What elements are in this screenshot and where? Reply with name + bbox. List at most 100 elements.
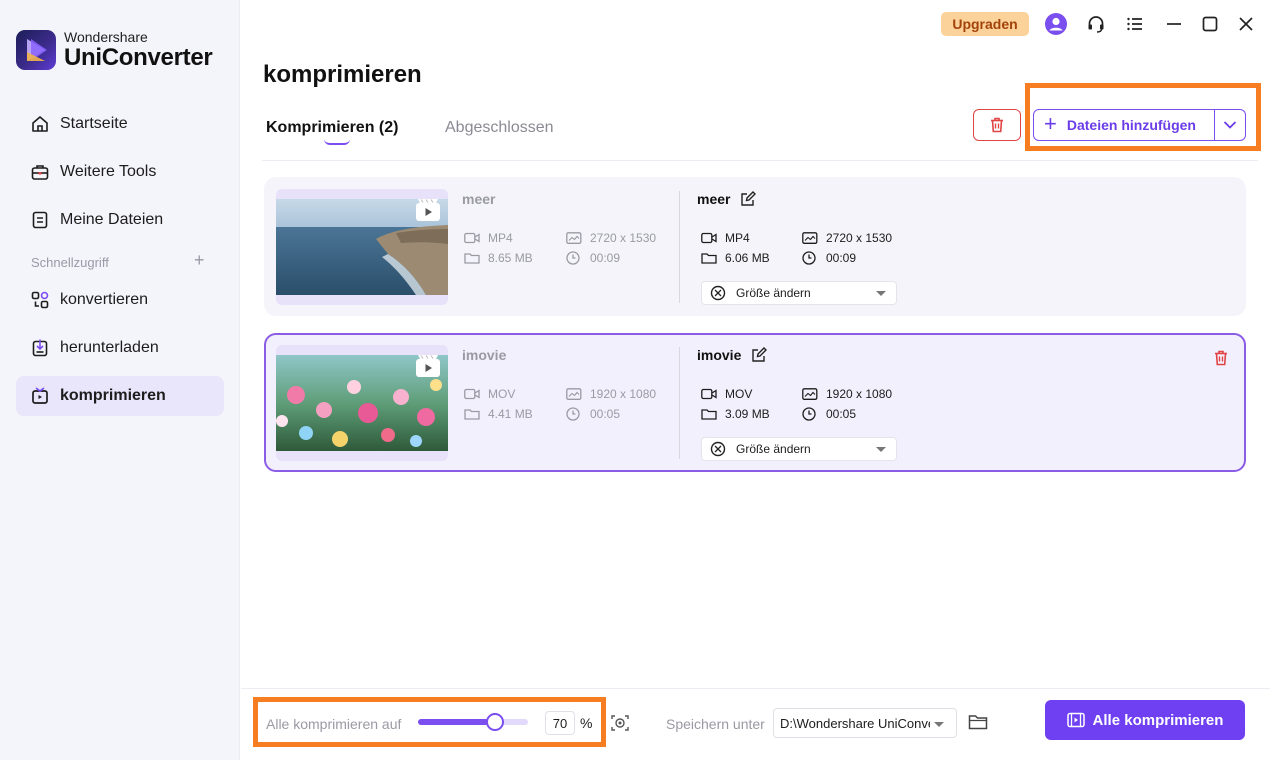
tab-divider <box>262 160 1258 161</box>
output-file-name: meer <box>697 191 757 207</box>
output-duration: 00:05 <box>802 407 856 421</box>
source-resolution: 1920 x 1080 <box>566 387 656 401</box>
brand-name: UniConverter <box>64 44 213 71</box>
sidebar-item-label: Startseite <box>60 115 128 132</box>
source-format: MOV <box>464 387 515 401</box>
card-divider <box>679 347 680 459</box>
play-video-icon <box>416 355 440 377</box>
dropdown-caret-icon <box>876 291 886 296</box>
compress-settings-icon <box>710 441 726 457</box>
open-folder-icon[interactable] <box>968 713 988 736</box>
tab-abgeschlossen[interactable]: Abgeschlossen <box>445 119 554 137</box>
output-file-name: imovie <box>697 347 768 363</box>
size-option-select[interactable]: Größe ändern <box>701 281 897 305</box>
trash-icon <box>1212 349 1230 367</box>
file-icon <box>30 210 50 230</box>
sidebar-item-weitere-tools[interactable]: Weitere Tools <box>16 152 224 192</box>
quick-access-label: Schnellzugriff <box>31 255 109 270</box>
output-size: 3.09 MB <box>701 407 770 421</box>
tab-active-indicator <box>324 139 350 145</box>
compress-all-label: Alle komprimieren <box>1092 711 1224 729</box>
sidebar: Wondershare UniConverter Startseite Weit… <box>0 0 240 760</box>
resolution-icon <box>802 231 818 245</box>
sidebar-item-komprimieren[interactable]: komprimieren <box>16 376 224 416</box>
sidebar-item-meine-dateien[interactable]: Meine Dateien <box>16 200 224 240</box>
delete-file-button[interactable] <box>1212 349 1230 367</box>
video-format-icon <box>464 387 480 401</box>
source-size: 8.65 MB <box>464 251 533 265</box>
sidebar-item-startseite[interactable]: Startseite <box>16 104 224 144</box>
home-icon <box>30 114 50 134</box>
video-thumbnail[interactable] <box>276 189 448 305</box>
folder-icon <box>701 251 717 265</box>
sidebar-item-label: komprimieren <box>60 387 166 404</box>
compress-settings-icon <box>710 285 726 301</box>
sidebar-item-herunterladen[interactable]: herunterladen <box>16 328 224 368</box>
file-card-selected: imovie MOV 4.41 MB 1920 x 1080 00:05 imo… <box>264 333 1246 472</box>
source-duration: 00:05 <box>566 407 620 421</box>
video-thumbnail[interactable] <box>276 345 448 461</box>
card-divider <box>679 191 680 303</box>
compress-all-button[interactable]: Alle komprimieren <box>1045 700 1245 740</box>
sidebar-item-konvertieren[interactable]: konvertieren <box>16 280 224 320</box>
target-size-settings-icon[interactable] <box>610 713 630 738</box>
sidebar-item-label: konvertieren <box>60 291 149 308</box>
convert-icon <box>30 290 50 310</box>
highlight-compress-slider <box>253 697 606 747</box>
play-video-icon <box>416 199 440 221</box>
sidebar-item-label: Weitere Tools <box>60 163 157 180</box>
dropdown-caret-icon <box>876 447 886 452</box>
source-format: MP4 <box>464 231 513 245</box>
source-duration: 00:09 <box>566 251 620 265</box>
size-option-select[interactable]: Größe ändern <box>701 437 897 461</box>
source-file-name: imovie <box>462 347 507 363</box>
source-size: 4.41 MB <box>464 407 533 421</box>
folder-icon <box>464 407 480 421</box>
add-quick-access-button[interactable]: + <box>194 250 205 271</box>
output-format: MOV <box>701 387 752 401</box>
uniconverter-logo-icon <box>16 30 56 70</box>
trash-icon <box>988 116 1006 134</box>
save-path-select[interactable]: D:\Wondershare UniConverter <box>773 708 957 738</box>
source-file-name: meer <box>462 191 496 207</box>
upgrade-button[interactable]: Upgraden <box>941 12 1029 36</box>
output-resolution: 1920 x 1080 <box>802 387 892 401</box>
edit-icon[interactable] <box>740 191 757 207</box>
download-icon <box>30 338 50 358</box>
resolution-icon <box>802 387 818 401</box>
output-duration: 00:09 <box>802 251 856 265</box>
brand-small: Wondershare <box>64 29 148 45</box>
bottom-divider <box>241 688 1270 689</box>
output-format: MP4 <box>701 231 750 245</box>
page-title: komprimieren <box>263 61 422 88</box>
maximize-icon[interactable] <box>1198 12 1222 36</box>
resolution-icon <box>566 387 582 401</box>
minimize-icon[interactable] <box>1162 12 1186 36</box>
file-card: meer MP4 8.65 MB 2720 x 1530 00:09 meer … <box>264 177 1246 316</box>
sidebar-item-label: Meine Dateien <box>60 211 164 228</box>
folder-icon <box>464 251 480 265</box>
save-to-label: Speichern unter <box>666 716 765 732</box>
close-icon[interactable] <box>1234 12 1258 36</box>
output-resolution: 2720 x 1530 <box>802 231 892 245</box>
folder-icon <box>701 407 717 421</box>
resolution-icon <box>566 231 582 245</box>
video-format-icon <box>701 231 717 245</box>
toolbox-icon <box>30 162 50 182</box>
menu-icon[interactable] <box>1123 12 1147 36</box>
account-avatar-icon[interactable] <box>1044 12 1068 36</box>
highlight-add-files <box>1025 83 1261 151</box>
clock-icon <box>566 251 582 265</box>
clock-icon <box>566 407 582 421</box>
edit-icon[interactable] <box>751 347 768 363</box>
video-format-icon <box>464 231 480 245</box>
support-headset-icon[interactable] <box>1084 12 1108 36</box>
clock-icon <box>802 407 818 421</box>
save-path-value: D:\Wondershare UniConverter <box>780 715 930 731</box>
sidebar-item-label: herunterladen <box>60 339 159 356</box>
delete-all-button[interactable] <box>973 109 1021 141</box>
clock-icon <box>802 251 818 265</box>
app-logo: Wondershare UniConverter <box>16 29 213 71</box>
tab-komprimieren[interactable]: Komprimieren (2) <box>266 119 398 137</box>
compress-icon <box>30 386 50 406</box>
